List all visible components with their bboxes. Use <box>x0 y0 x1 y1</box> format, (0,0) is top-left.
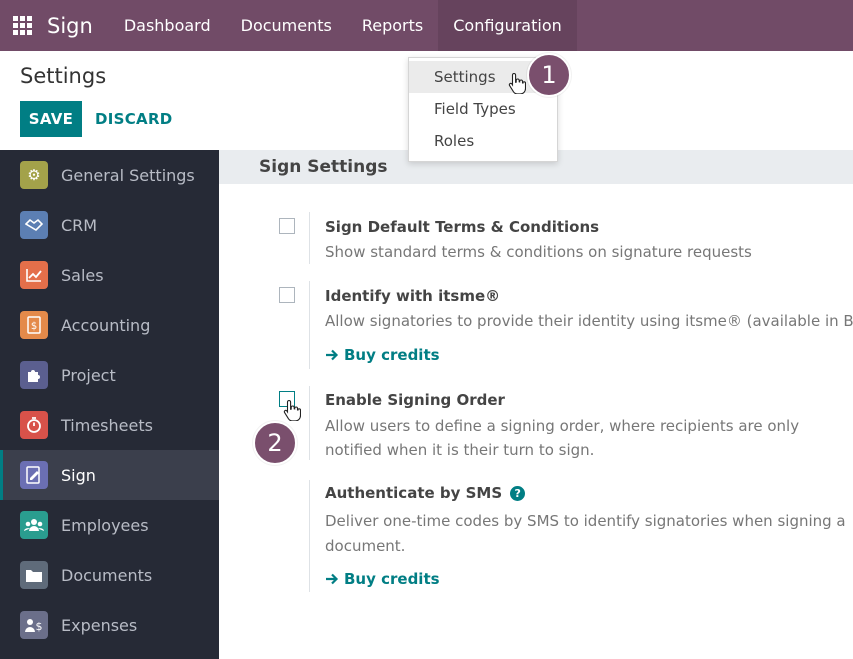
hand-cursor-icon <box>508 72 526 94</box>
setting-desc-authenticate-sms-line1: Deliver one-time codes by SMS to identif… <box>325 512 846 530</box>
step-badge-1: 1 <box>527 53 571 97</box>
page-title: Settings <box>20 64 107 88</box>
help-icon[interactable]: ? <box>510 486 526 501</box>
hand-cursor-icon <box>283 399 301 421</box>
step-badge-2: 2 <box>253 421 297 465</box>
apps-grid-icon[interactable] <box>13 15 33 36</box>
svg-text:$: $ <box>36 620 43 633</box>
checkbox-identify-itsme[interactable] <box>279 287 295 303</box>
sidebar-item-label: Sign <box>61 465 96 485</box>
puzzle-icon <box>20 361 48 389</box>
sidebar-item-label: Expenses <box>61 615 138 635</box>
checkbox-sign-default-terms[interactable] <box>279 218 295 234</box>
setting-title-sign-default-terms: Sign Default Terms & Conditions <box>325 218 600 236</box>
expense-icon: $ <box>20 611 48 639</box>
sidebar-item-employees[interactable]: Employees <box>0 500 219 550</box>
folder-icon <box>20 561 48 589</box>
divider <box>309 480 310 592</box>
sidebar-item-label: General Settings <box>61 165 195 185</box>
sidebar-item-crm[interactable]: CRM <box>0 200 219 250</box>
discard-button[interactable]: DISCARD <box>95 101 173 137</box>
people-icon <box>20 511 48 539</box>
sidebar-item-label: Accounting <box>61 315 151 335</box>
sidebar-item-label: Timesheets <box>61 415 153 435</box>
setting-desc-identify-itsme: Allow signatories to provide their ident… <box>325 312 853 330</box>
buy-credits-link-itsme[interactable]: Buy credits <box>325 346 440 364</box>
buy-credits-link-sms[interactable]: Buy credits <box>325 570 440 588</box>
sidebar-item-label: Employees <box>61 515 149 535</box>
sidebar-item-expenses[interactable]: $ Expenses <box>0 600 219 650</box>
divider <box>309 212 310 264</box>
setting-desc-enable-signing-order-line1: Allow users to define a signing order, w… <box>325 417 800 435</box>
sidebar-item-general-settings[interactable]: ⚙ General Settings <box>0 150 219 200</box>
stopwatch-icon <box>20 411 48 439</box>
app-brand[interactable]: Sign <box>47 14 93 38</box>
buy-credits-label: Buy credits <box>344 346 440 364</box>
arrow-right-icon <box>326 573 339 585</box>
settings-sidebar: ⚙ General Settings CRM Sales $ Accountin… <box>0 150 219 659</box>
sidebar-item-accounting[interactable]: $ Accounting <box>0 300 219 350</box>
chart-icon <box>20 261 48 289</box>
sidebar-item-project[interactable]: Project <box>0 350 219 400</box>
setting-title-identify-itsme: Identify with itsme® <box>325 287 501 305</box>
arrow-right-icon <box>326 349 339 361</box>
divider <box>309 281 310 369</box>
setting-title-authenticate-sms: Authenticate by SMS? <box>325 484 526 502</box>
setting-desc-enable-signing-order-line2: notified when it is their turn to sign. <box>325 441 595 459</box>
nav-documents[interactable]: Documents <box>226 0 347 51</box>
setting-title-label: Authenticate by SMS <box>325 484 503 502</box>
sidebar-item-sales[interactable]: Sales <box>0 250 219 300</box>
sidebar-item-sign[interactable]: Sign <box>0 450 219 500</box>
sidebar-item-documents[interactable]: Documents <box>0 550 219 600</box>
setting-desc-authenticate-sms-line2: document. <box>325 537 406 555</box>
sign-icon <box>20 461 48 489</box>
dropdown-item-roles[interactable]: Roles <box>409 125 557 157</box>
divider <box>309 386 310 460</box>
nav-dashboard[interactable]: Dashboard <box>109 0 226 51</box>
sidebar-item-label: CRM <box>61 215 98 235</box>
buy-credits-label: Buy credits <box>344 570 440 588</box>
top-navbar: Sign Dashboard Documents Reports Configu… <box>0 0 853 51</box>
setting-title-enable-signing-order: Enable Signing Order <box>325 391 505 409</box>
handshake-icon <box>20 211 48 239</box>
sidebar-item-label: Sales <box>61 265 104 285</box>
sidebar-item-label: Documents <box>61 565 153 585</box>
invoice-icon: $ <box>20 311 48 339</box>
nav-configuration[interactable]: Configuration <box>438 0 577 51</box>
sidebar-item-label: Project <box>61 365 116 385</box>
gear-icon: ⚙ <box>20 161 48 189</box>
save-button[interactable]: SAVE <box>20 101 82 137</box>
nav-reports[interactable]: Reports <box>347 0 438 51</box>
sidebar-item-timesheets[interactable]: Timesheets <box>0 400 219 450</box>
svg-text:$: $ <box>31 321 37 332</box>
setting-desc-sign-default-terms: Show standard terms & conditions on sign… <box>325 243 752 261</box>
dropdown-item-field-types[interactable]: Field Types <box>409 93 557 125</box>
